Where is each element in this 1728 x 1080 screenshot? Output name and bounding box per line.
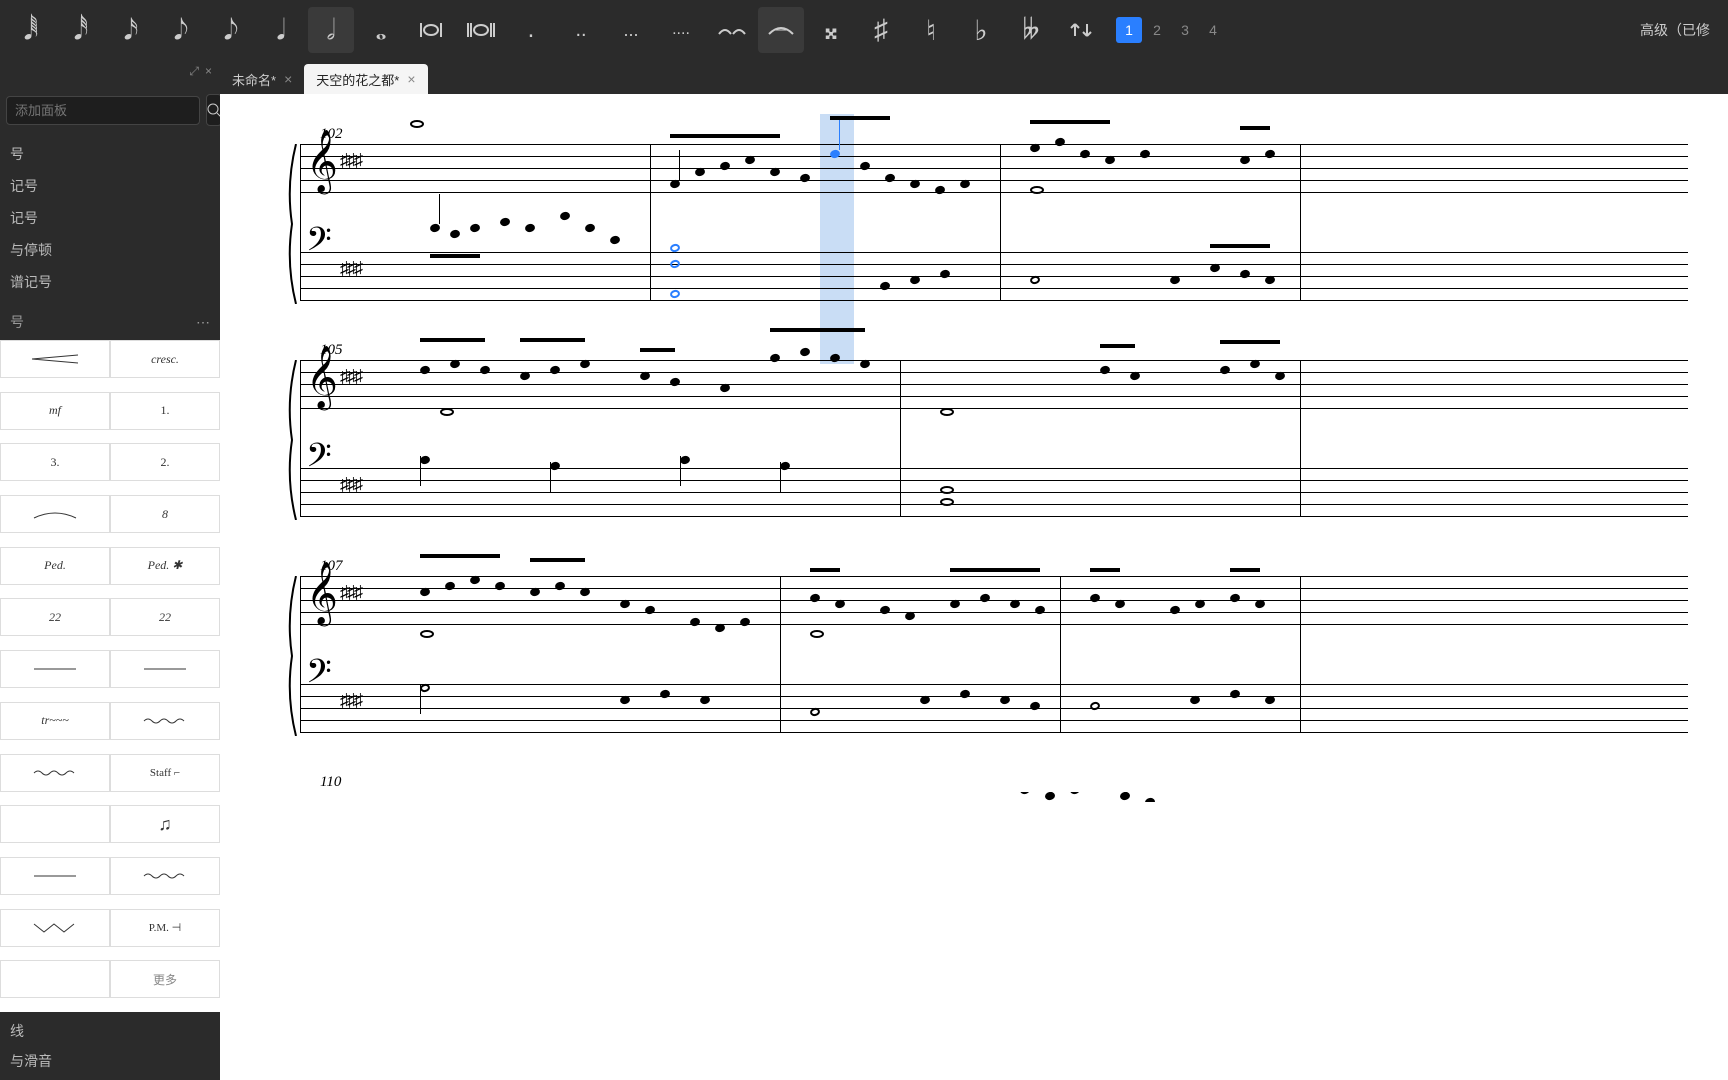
palette-blank2[interactable] bbox=[0, 960, 110, 998]
palette-search-input[interactable] bbox=[6, 96, 200, 125]
palette-menu-icon[interactable]: ⋯ bbox=[196, 314, 210, 331]
palette-22b[interactable]: 22 bbox=[110, 598, 220, 636]
note-16th-button[interactable]: 𝅘𝅥𝅯 bbox=[108, 7, 154, 53]
close-icon[interactable]: × bbox=[205, 64, 212, 84]
palette-volta3[interactable]: 3. bbox=[0, 443, 110, 481]
palette-pm[interactable]: P.M. ⊣ bbox=[110, 909, 220, 947]
palette-cresc[interactable]: cresc. bbox=[110, 340, 220, 378]
voice-4-button[interactable]: 4 bbox=[1200, 17, 1226, 43]
palette-pedal-star[interactable]: Ped. ✱ bbox=[110, 547, 220, 585]
category-item[interactable]: 谱记号 bbox=[0, 266, 220, 298]
tie-button[interactable] bbox=[708, 7, 754, 53]
category-item[interactable]: 记号 bbox=[0, 170, 220, 202]
voice-1-button[interactable]: 1 bbox=[1116, 17, 1142, 43]
palette-wavy3[interactable] bbox=[110, 857, 220, 895]
note-whole-button[interactable]: 𝅝 bbox=[358, 7, 404, 53]
score-view[interactable]: 102 𝄞 ♯♯♯ bbox=[220, 94, 1728, 1080]
quad-dot-button[interactable]: .... bbox=[658, 7, 704, 53]
note-8th-dot-button[interactable]: 𝅘𝅥𝅮 bbox=[158, 7, 204, 53]
palette-grid: cresc. mf 1. 3. 2. 8 Ped. Ped. ✱ 22 22 t… bbox=[0, 340, 220, 1012]
palette-line1[interactable] bbox=[0, 650, 110, 688]
palette-blank1[interactable] bbox=[0, 805, 110, 843]
natural-button[interactable]: ♮ bbox=[908, 7, 954, 53]
palette-mf[interactable]: mf bbox=[0, 392, 110, 430]
palette-staff[interactable]: Staff ⌐ bbox=[110, 754, 220, 792]
palette-zigzag[interactable] bbox=[0, 909, 110, 947]
note-breve-button[interactable] bbox=[458, 7, 504, 53]
voice-3-button[interactable]: 3 bbox=[1172, 17, 1198, 43]
sharp-button[interactable]: ♯ bbox=[858, 7, 904, 53]
palette-title: 号 bbox=[10, 312, 24, 332]
tab-label: 未命名* bbox=[232, 70, 276, 89]
workspace-label[interactable]: 高级（已修 bbox=[1630, 20, 1720, 40]
double-dot-button[interactable]: .. bbox=[558, 7, 604, 53]
tab-untitled[interactable]: 未命名* × bbox=[220, 64, 304, 94]
palette-line2[interactable] bbox=[110, 650, 220, 688]
note-8th-button[interactable]: 𝅘𝅥𝅮 bbox=[208, 7, 254, 53]
brace-icon bbox=[286, 576, 298, 736]
note-32nd-button[interactable]: 𝅘𝅥𝅰 bbox=[58, 7, 104, 53]
category-list: 号 记号 记号 与停顿 谱记号 bbox=[0, 132, 220, 304]
palette-volta1[interactable]: 1. bbox=[110, 392, 220, 430]
note-quarter-button[interactable]: 𝅘𝅥 bbox=[258, 7, 304, 53]
double-flat-button[interactable]: 𝄫 bbox=[1008, 7, 1054, 53]
palette-panel: ⤢ × ⋯ 号 记号 记号 与停顿 谱记号 号 ⋯ cresc. mf 1. 3… bbox=[0, 60, 220, 1080]
bass-staff[interactable]: 𝄢 ♯♯♯ bbox=[300, 468, 1688, 516]
note-64th-button[interactable]: 𝅘𝅥𝅱 bbox=[8, 7, 54, 53]
palette-22a[interactable]: 22 bbox=[0, 598, 110, 636]
expand-icon[interactable]: ⤢ bbox=[189, 64, 199, 84]
palette-more[interactable]: 更多 bbox=[110, 960, 220, 998]
brace-icon bbox=[286, 144, 298, 304]
flip-button[interactable] bbox=[1058, 7, 1104, 53]
palette-grace[interactable]: ♫ bbox=[110, 805, 220, 843]
bass-staff[interactable]: 𝄢 ♯♯♯ bbox=[300, 684, 1688, 732]
triple-dot-button[interactable]: ... bbox=[608, 7, 654, 53]
note-double-whole-button[interactable] bbox=[408, 7, 454, 53]
voice-selector: 1 2 3 4 bbox=[1116, 17, 1226, 43]
close-icon[interactable]: × bbox=[284, 71, 292, 87]
measure-number: 110 bbox=[320, 774, 341, 791]
bass-staff[interactable]: 𝄢 ♯♯♯ bbox=[300, 252, 1688, 300]
treble-staff[interactable]: 𝄞 ♯♯♯ bbox=[300, 576, 1688, 624]
dot-button[interactable]: . bbox=[508, 7, 554, 53]
palette-hairpin[interactable] bbox=[0, 340, 110, 378]
treble-staff[interactable] bbox=[300, 792, 1688, 802]
category-item[interactable]: 号 bbox=[0, 138, 220, 170]
note-half-button[interactable]: 𝅗𝅥 bbox=[308, 7, 354, 53]
category-item[interactable]: 与停顿 bbox=[0, 234, 220, 266]
double-sharp-button[interactable]: 𝄪 bbox=[808, 7, 854, 53]
palette-trill[interactable]: tr~~~ bbox=[0, 702, 110, 740]
treble-staff[interactable]: 𝄞 ♯♯♯ bbox=[300, 144, 1688, 192]
palette-line3[interactable] bbox=[0, 857, 110, 895]
palette-slur[interactable] bbox=[0, 495, 110, 533]
close-icon[interactable]: × bbox=[407, 71, 415, 87]
palette-wavy1[interactable] bbox=[110, 702, 220, 740]
note-toolbar: 𝅘𝅥𝅱 𝅘𝅥𝅰 𝅘𝅥𝅯 𝅘𝅥𝅮 𝅘𝅥𝅮 𝅘𝅥 𝅗𝅥 𝅝 . .. ... ...… bbox=[0, 0, 1728, 60]
category-item[interactable]: 记号 bbox=[0, 202, 220, 234]
document-tabs: 未命名* × 天空的花之都* × bbox=[220, 60, 1728, 94]
flat-button[interactable]: ♭ bbox=[958, 7, 1004, 53]
voice-2-button[interactable]: 2 bbox=[1144, 17, 1170, 43]
tab-sky-flower[interactable]: 天空的花之都* × bbox=[304, 64, 427, 94]
bottom-item[interactable]: 线 bbox=[0, 1016, 220, 1046]
brace-icon bbox=[286, 360, 298, 520]
palette-wavy2[interactable] bbox=[0, 754, 110, 792]
treble-staff[interactable]: 𝄞 ♯♯♯ bbox=[300, 360, 1688, 408]
palette-8va[interactable]: 8 bbox=[110, 495, 220, 533]
slur-button[interactable] bbox=[758, 7, 804, 53]
bottom-item[interactable]: 与滑音 bbox=[0, 1046, 220, 1076]
palette-volta2[interactable]: 2. bbox=[110, 443, 220, 481]
tab-label: 天空的花之都* bbox=[316, 70, 399, 89]
palette-pedal[interactable]: Ped. bbox=[0, 547, 110, 585]
